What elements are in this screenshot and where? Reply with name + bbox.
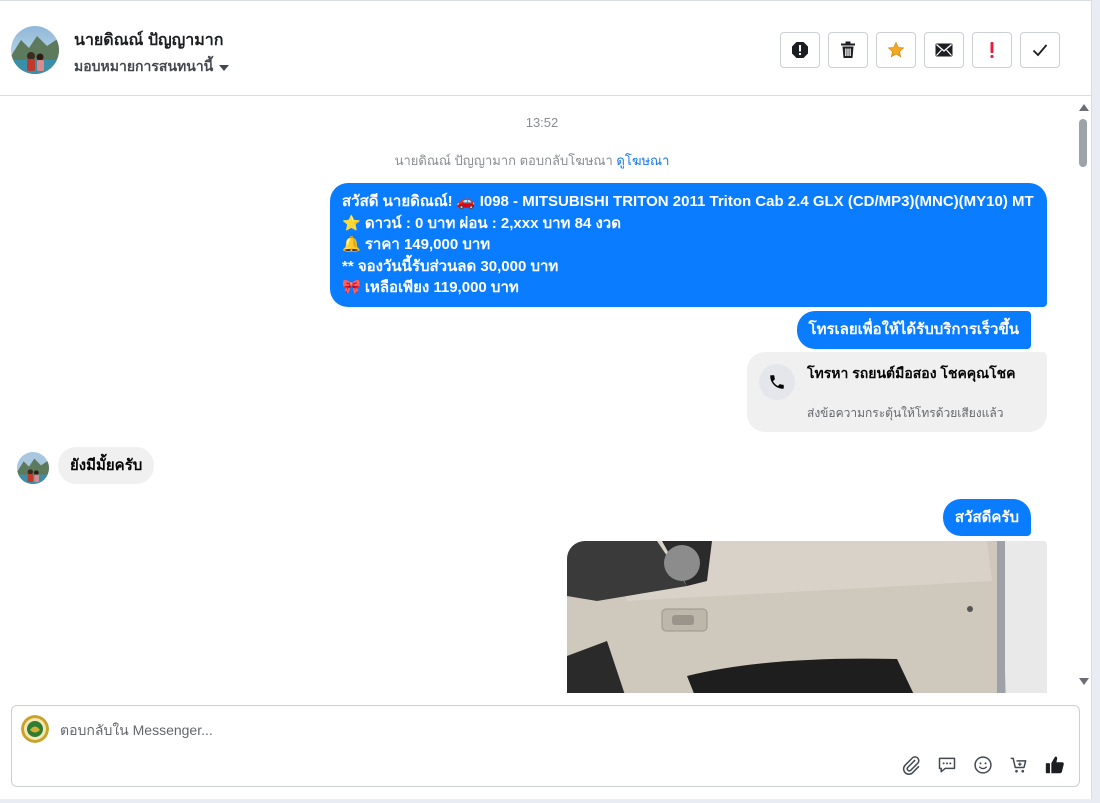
scroll-up-arrow-icon[interactable]	[1079, 104, 1089, 111]
saved-replies-button[interactable]	[935, 753, 959, 777]
message-timestamp: 13:52	[525, 115, 559, 130]
emoji-button[interactable]	[971, 753, 995, 777]
outgoing-message-call-prompt[interactable]: โทรเลยเพื่อให้ได้รับบริการเร็วขึ้น	[796, 311, 1031, 349]
call-card-subtitle: ส่งข้อความกระตุ้นให้โทรด้วยเสียงแล้ว	[807, 406, 1004, 420]
assign-conversation-dropdown[interactable]: มอบหมายการสนทนานี้	[74, 56, 230, 78]
conversation-panel: นายดิณณ์ ปัญญามาก มอบหมายการสนทนานี้ 13:…	[0, 0, 1092, 799]
offer-line: 🎀 เหลือเพียง 119,000 บาท	[342, 279, 519, 296]
call-card-title: โทรหา รถยนต์มือสอง โชคคุณโชค	[807, 365, 1016, 381]
contact-name: นายดิณณ์ ปัญญามาก	[74, 32, 224, 49]
mark-done-button[interactable]	[1020, 32, 1060, 68]
exclamation-icon	[990, 42, 994, 58]
reply-input[interactable]	[60, 718, 960, 742]
offer-line: สวัสดี นายดิณณ์! 🚗 I098 - MITSUBISHI TRI…	[342, 193, 1034, 210]
delete-button[interactable]	[828, 32, 868, 68]
call-card[interactable]: โทรหา รถยนต์มือสอง โชคคุณโชค ส่งข้อความก…	[747, 352, 1047, 432]
mark-spam-button[interactable]	[780, 32, 820, 68]
page-avatar	[21, 715, 49, 743]
contact-avatar[interactable]	[11, 26, 59, 74]
trash-icon	[841, 41, 855, 58]
add-to-cart-button[interactable]	[1007, 753, 1031, 777]
incoming-message[interactable]: ยังมีมั้ยครับ	[58, 447, 155, 484]
offer-line: ⭐ ดาวน์ : 0 บาท ผ่อน : 2,xxx บาท 84 งวด	[342, 214, 621, 232]
outgoing-message-offer[interactable]: สวัสดี นายดิณณ์! 🚗 I098 - MITSUBISHI TRI…	[330, 183, 1047, 307]
caret-down-icon	[219, 65, 230, 71]
chat-bubble-icon	[938, 757, 956, 773]
thumbs-up-icon	[1045, 756, 1064, 774]
car-door-photo[interactable]	[567, 541, 1047, 693]
checkmark-icon	[1032, 44, 1048, 57]
header-actions	[780, 32, 1060, 68]
cart-plus-icon	[1010, 757, 1027, 773]
offer-line: ** จองวันนี้รับส่วนลด 30,000 บาท	[342, 257, 559, 275]
reply-composer	[11, 705, 1080, 787]
smiley-icon	[974, 756, 992, 774]
ad-reply-text: นายดิณณ์ ปัญญามาก ตอบกลับโฆษณา	[394, 153, 613, 168]
composer-tools	[899, 753, 1067, 777]
scroll-down-arrow-icon[interactable]	[1079, 678, 1089, 685]
conversation-header: นายดิณณ์ ปัญญามาก มอบหมายการสนทนานี้	[0, 0, 1092, 96]
contact-avatar-small	[17, 452, 49, 484]
phone-icon	[770, 375, 784, 389]
follow-up-button[interactable]	[972, 32, 1012, 68]
outgoing-message-greeting[interactable]: สวัสดีครับ	[942, 499, 1031, 536]
star-icon	[887, 41, 905, 58]
envelope-icon	[935, 43, 953, 57]
assign-label: มอบหมายการสนทนานี้	[74, 58, 214, 74]
attach-button[interactable]	[899, 753, 923, 777]
view-ad-link[interactable]: ดูโฆษณา	[616, 153, 669, 168]
ad-reply-note: นายดิณณ์ ปัญญามาก ตอบกลับโฆษณา ดูโฆษณา	[0, 150, 1064, 171]
mark-unread-button[interactable]	[924, 32, 964, 68]
star-button[interactable]	[876, 32, 916, 68]
paperclip-icon	[902, 756, 920, 775]
like-button[interactable]	[1043, 753, 1067, 777]
spam-icon	[792, 42, 808, 58]
scroll-thumb[interactable]	[1079, 119, 1087, 167]
message-thread[interactable]: 13:52 นายดิณณ์ ปัญญามาก ตอบกลับโฆษณา ดูโ…	[0, 97, 1076, 693]
offer-line: 🔔 ราคา 149,000 บาท	[342, 236, 491, 253]
thread-scrollbar[interactable]	[1075, 97, 1091, 693]
call-icon-wrap	[759, 364, 795, 400]
